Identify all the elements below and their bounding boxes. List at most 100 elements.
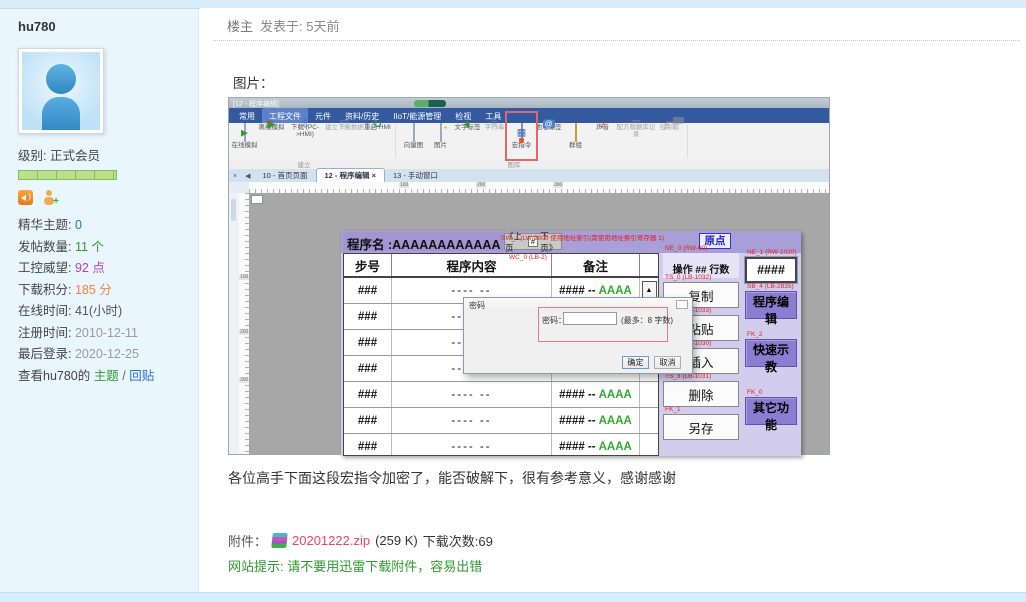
address-annotation: SW_1 (LW-9000 使用地址索引(需使用地址索引寄存器 1)	[501, 232, 796, 242]
hmi-action-button-face: 删除	[663, 381, 739, 407]
table-header-cell	[640, 254, 658, 276]
address-tag-label: NE_0 (RW-90)	[665, 245, 707, 252]
username: hu780	[18, 19, 198, 34]
toolbar-button: 声音	[589, 124, 616, 149]
dialog-title: 密码	[469, 300, 485, 311]
document-tab-label: 13 - 手动窗口	[393, 171, 438, 180]
note-value: #### --	[559, 415, 595, 427]
author-sidebar: hu780 级别: 正式会员 精华主题: 0 发帖数量: 11 个 工控威望: …	[0, 9, 199, 592]
ribbon-tab: 常用	[232, 108, 262, 123]
group-icon	[575, 123, 577, 142]
note-cell: #### --AAAA	[552, 434, 640, 456]
password-hint: (最多：8 字数)	[621, 315, 673, 326]
note-cell: #### -- AAAA	[552, 382, 640, 407]
address-tag-label: FK_2	[747, 331, 763, 338]
toolbar-button-label: 在线模拟	[231, 142, 258, 149]
stat-row: 在线时间: 41(小时)	[18, 301, 198, 323]
tabstrip-prev-icon: ◀	[241, 172, 254, 182]
avatar	[18, 48, 104, 134]
toolbar-separator	[395, 125, 396, 158]
editor-titlebar: [12 - 程序编辑]	[229, 98, 829, 108]
toolbar-button-label: 宏指令	[508, 142, 535, 149]
toolbar-button-label: 图片	[427, 142, 454, 149]
hmi-function-button-face: 快速示教	[745, 339, 797, 367]
toolbar-button: 图片	[427, 124, 454, 149]
toolbar-button: 配方数据库记录	[616, 124, 656, 149]
attachment-row: 附件： 20201222.zip (259 K) 下载次数:69	[228, 531, 493, 550]
address-tag-label: SB_4 (LB-2835)	[747, 283, 794, 290]
toolbar-button: 地址标签	[535, 124, 562, 149]
stat-value: 185 分	[75, 283, 112, 297]
dialog-close-icon	[676, 300, 688, 309]
stat-value: 0	[75, 218, 82, 232]
header-divider	[213, 40, 1020, 41]
toolbar-button: 文字标签	[454, 124, 481, 149]
toolbar-button: 群组	[562, 124, 589, 149]
hmi-action-button-face: 另存	[663, 414, 739, 440]
view-label: 查看hu780的	[18, 369, 90, 383]
document-tab: 12 - 程序编辑 ×	[316, 168, 386, 182]
content-cell: ---- --	[392, 408, 552, 433]
stat-label: 下载积分:	[18, 283, 71, 297]
ribbon-toolbar: 在线模拟 离线模拟 下载 (PC->HMI) 建立下载数据 重启 HMI	[229, 123, 829, 159]
add-friend-icon[interactable]	[42, 190, 58, 205]
stat-value: 11 个	[75, 240, 104, 254]
note-value: #### --	[559, 389, 595, 401]
step-cell: ###	[344, 356, 392, 381]
step-cell: ###	[344, 330, 392, 355]
stat-value: 41(小时)	[75, 304, 122, 318]
stat-value: 92 点	[75, 261, 105, 275]
hmi-function-button: SB_4 (LB-2835) 程序编辑	[745, 283, 797, 319]
stat-value: 2010-12-11	[75, 326, 138, 340]
note-tag: AAAA	[599, 285, 632, 297]
step-cell: ###	[344, 278, 392, 303]
stat-value: 2020-12-25	[75, 347, 139, 361]
attachment-link[interactable]: 20201222.zip	[292, 533, 370, 548]
ruler-number: 300	[239, 378, 249, 383]
arrow-cell: ▲	[640, 408, 658, 433]
image-label: 图片：	[233, 72, 274, 92]
speaker-icon[interactable]	[18, 190, 33, 205]
hmi-action-button: FK_1 另存	[663, 406, 739, 440]
note-tag: AAAA	[599, 389, 632, 401]
attachment-size: (259 K)	[375, 533, 418, 548]
ruler-number: 200	[239, 330, 249, 335]
floor-badge: 楼主	[227, 19, 253, 34]
attached-screenshot-image[interactable]: [12 - 程序编辑] 常用工程文件元件资料/历史IIoT/能源管理检视工具 在…	[228, 97, 830, 455]
view-links: 查看hu780的 主题 / 回贴	[18, 366, 198, 388]
document-tab: 13 - 手动窗口	[385, 169, 446, 182]
post-header: 楼主发表于: 5天前	[227, 16, 339, 35]
tab-close-icon: ×	[372, 171, 376, 180]
attachment-label: 附件：	[228, 531, 267, 550]
scroll-thumb	[231, 199, 236, 221]
address-tag-label: WC_0 (LB-2)	[509, 254, 547, 261]
bottom-strip	[0, 592, 1026, 602]
member-level: 级别: 正式会员	[18, 145, 198, 164]
stat-row: 注册时间: 2010-12-11	[18, 323, 198, 345]
sidebar-icons	[18, 190, 198, 205]
address-tag-label: FK_1	[665, 406, 681, 413]
replies-link[interactable]: 回贴	[129, 369, 154, 383]
attachment-downloads: 下载次数:69	[423, 531, 493, 550]
note-cell: #### --AAAA	[552, 408, 640, 433]
document-tab-label: 12 - 程序编辑	[325, 171, 370, 180]
table-row: ### ---- -- #### --AAAA ▲	[344, 434, 658, 456]
picture-icon	[440, 123, 442, 142]
topics-link[interactable]: 主题	[94, 369, 119, 383]
step-cell: ###	[344, 382, 392, 407]
post-body-text: 各位高手下面这段宏指令加密了，能否破解下，很有参考意义，感谢感谢	[228, 468, 676, 488]
titlebar-pill	[414, 100, 446, 107]
numeric-display-face: ####	[745, 257, 797, 283]
note-value: #### --	[559, 441, 595, 453]
toolbar-separator	[687, 125, 688, 158]
address-tag-label: TS_3 (LB-1031)	[665, 373, 711, 380]
cancel-button: 取消	[654, 356, 681, 369]
stat-label: 工控威望:	[18, 261, 71, 275]
ribbon-tab: 检视	[448, 108, 478, 123]
toolbar-button: 重启 HMI	[364, 124, 391, 149]
stat-row: 工控威望: 92 点	[18, 258, 198, 280]
zip-file-icon	[271, 533, 288, 548]
numeric-display: NE_1 (RW-1020) ####	[745, 249, 797, 283]
hmi-function-button: FK_2 快速示教	[745, 331, 797, 367]
document-tab-strip: × ◀ 10 - 首页页面 12 - 程序编辑 ×13 - 手动窗口	[229, 169, 829, 183]
